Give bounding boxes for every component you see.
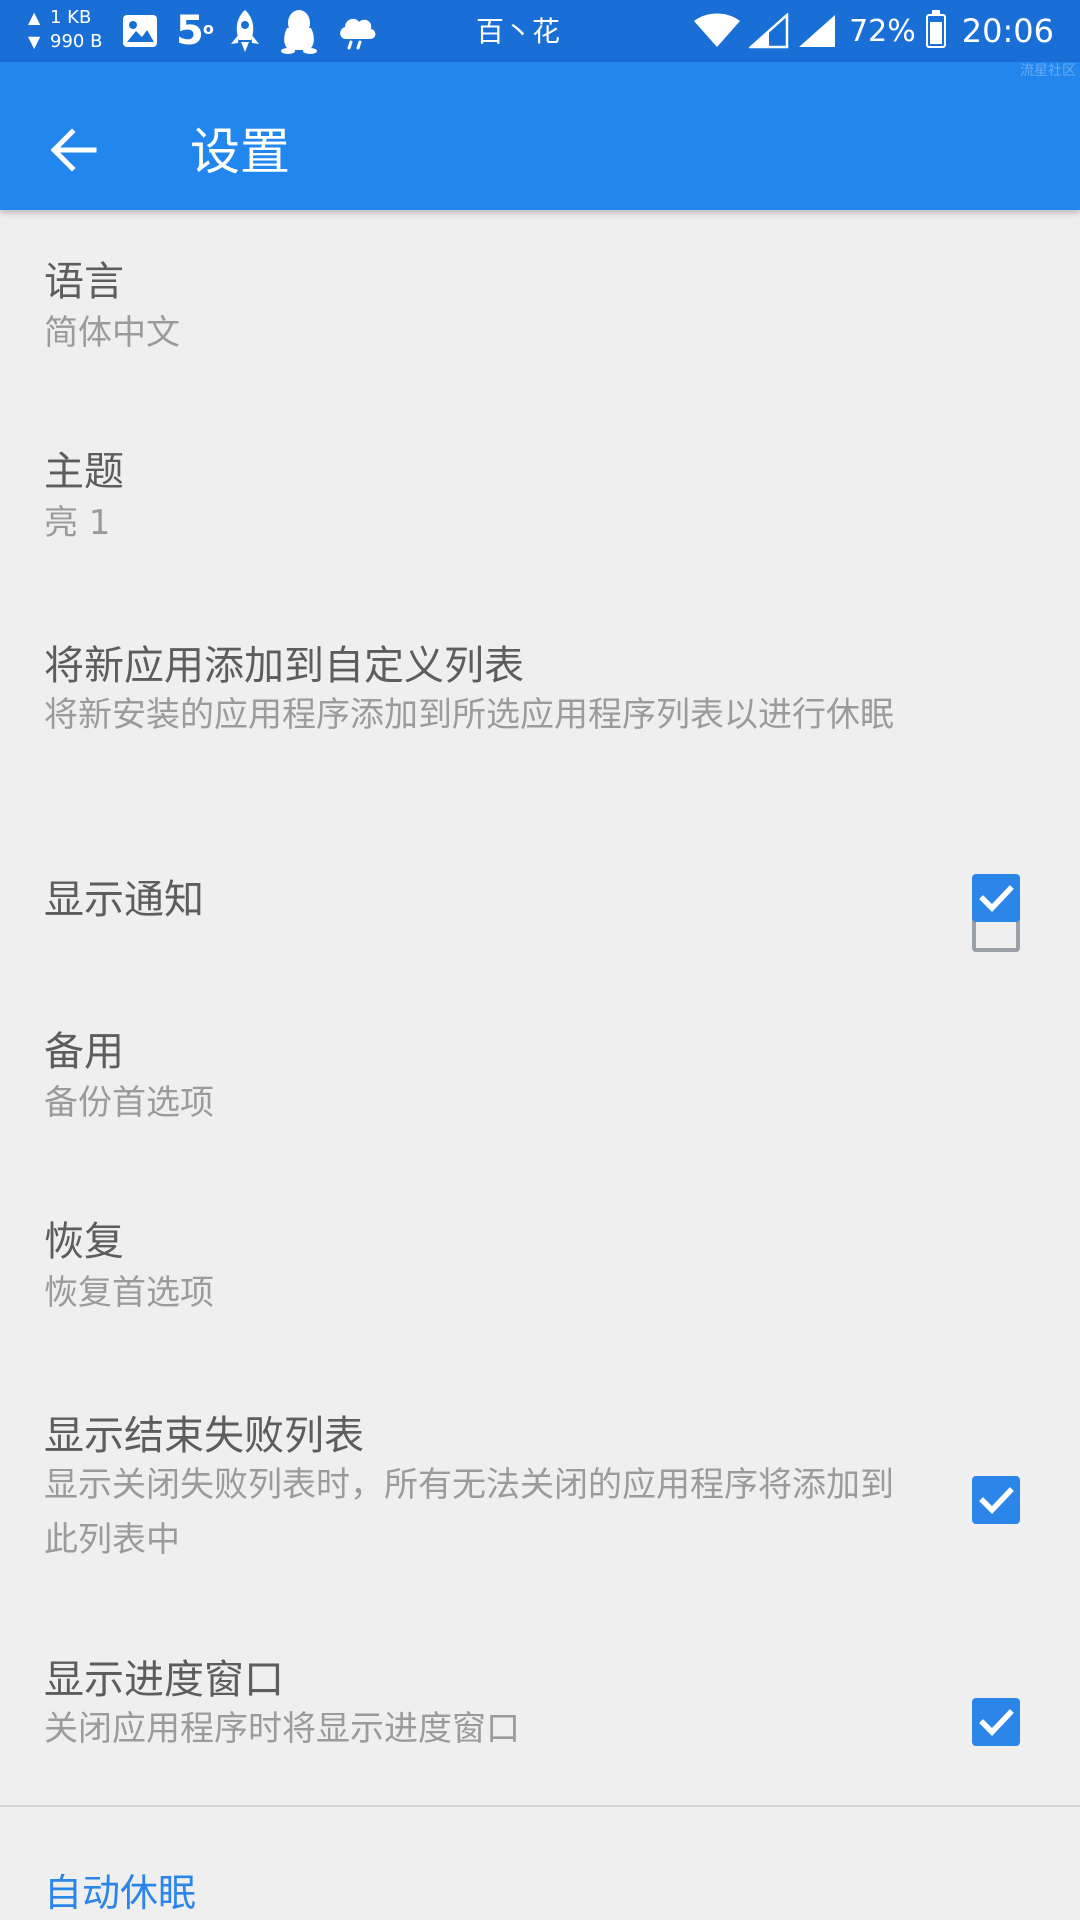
setting-summary: 关闭应用程序时将显示进度窗口 <box>44 1709 520 1749</box>
back-button[interactable] <box>30 106 118 194</box>
setting-summary: 亮 1 <box>44 503 111 543</box>
setting-restore[interactable]: 恢复 恢复首选项 <box>0 1170 1080 1362</box>
show-progress-window-checkbox[interactable] <box>972 1698 1020 1746</box>
app-bar: 设置 <box>0 62 1080 210</box>
signal-icon <box>797 13 837 49</box>
page-title: 设置 <box>190 123 290 181</box>
setting-summary: 显示关闭失败列表时，所有无法关闭的应用程序将添加到此列表中 <box>44 1465 894 1560</box>
setting-theme[interactable]: 主题 亮 1 <box>0 400 1080 592</box>
setting-title: 主题 <box>44 449 124 495</box>
check-icon <box>979 1709 1014 1736</box>
clock: 20:06 <box>961 12 1054 50</box>
check-icon <box>979 1487 1014 1514</box>
status-bar: ▲ 1 KB ▼ 990 B 5o 百丶花 72% 20:06 <box>0 0 1080 62</box>
setting-summary: 备份首选项 <box>44 1083 214 1123</box>
setting-summary: 简体中文 <box>44 313 180 353</box>
signal-icon <box>749 13 789 49</box>
setting-summary: 将新安装的应用程序添加到所选应用程序列表以进行休眠 <box>44 695 894 735</box>
setting-title: 将新应用添加到自定义列表 <box>44 643 524 689</box>
setting-title: 备用 <box>44 1029 124 1075</box>
system-indicators: 72% 20:06 <box>693 8 1054 54</box>
battery-percentage: 72% <box>849 13 916 49</box>
setting-show-kill-failed-list[interactable]: 显示结束失败列表 显示关闭失败列表时，所有无法关闭的应用程序将添加到此列表中 <box>0 1362 1080 1602</box>
arrow-back-icon <box>50 128 97 172</box>
setting-backup[interactable]: 备用 备份首选项 <box>0 980 1080 1170</box>
setting-show-progress-window[interactable]: 显示进度窗口 关闭应用程序时将显示进度窗口 <box>0 1602 1080 1802</box>
setting-language[interactable]: 语言 简体中文 <box>0 210 1080 400</box>
setting-title: 显示结束失败列表 <box>44 1413 364 1459</box>
battery-icon <box>925 10 946 48</box>
show-kill-failed-list-checkbox[interactable] <box>972 1476 1020 1524</box>
setting-title: 语言 <box>44 259 124 305</box>
check-icon <box>979 885 1014 912</box>
setting-add-new-apps[interactable]: 将新应用添加到自定义列表 将新安装的应用程序添加到所选应用程序列表以进行休眠 <box>0 592 1080 952</box>
wifi-icon <box>693 13 741 49</box>
watermark: 流星社区 <box>1020 63 1076 79</box>
setting-summary: 恢复首选项 <box>44 1273 214 1313</box>
setting-show-notification[interactable]: 显示通知 <box>0 822 1080 980</box>
setting-title: 显示通知 <box>44 877 204 923</box>
show-notification-checkbox[interactable] <box>972 874 1020 922</box>
section-header-auto-hibernate: 自动休眠 <box>44 1871 197 1915</box>
section-divider <box>0 1805 1080 1807</box>
setting-title: 显示进度窗口 <box>44 1657 284 1703</box>
setting-title: 恢复 <box>44 1219 124 1265</box>
